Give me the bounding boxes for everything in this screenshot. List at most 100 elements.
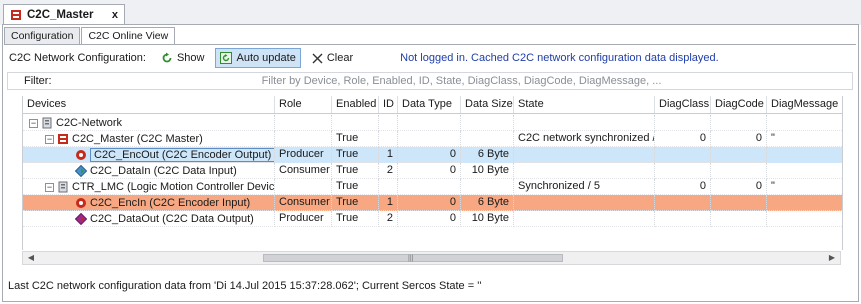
state-cell: [514, 163, 655, 179]
state-cell: Synchronized / 5: [514, 179, 655, 195]
diag-class-cell: [655, 211, 711, 227]
table-row[interactable]: C2C_EncOut (C2C Encoder Output) Producer…: [23, 147, 842, 163]
diag-class-cell: [655, 147, 711, 163]
collapse-toggle[interactable]: −: [29, 118, 38, 128]
device-name: C2C_Master (C2C Master): [72, 132, 203, 145]
device-name: C2C-Network: [56, 116, 123, 129]
role-cell: [275, 179, 332, 195]
diag-message-cell: [767, 211, 842, 227]
device-name: C2C_EncIn (C2C Encoder Input): [90, 196, 251, 209]
role-cell: [275, 131, 332, 147]
device-name: C2C_EncOut (C2C Encoder Output): [90, 148, 274, 162]
enabled-cell: True: [332, 147, 379, 163]
id-cell: [379, 115, 398, 131]
controller-device-icon: [58, 181, 68, 193]
role-cell: Consumer: [275, 163, 332, 179]
horizontal-scrollbar[interactable]: ◀ ||| ▶: [22, 251, 841, 265]
close-icon[interactable]: x: [112, 9, 118, 21]
column-header-id[interactable]: ID: [379, 96, 398, 113]
table-row[interactable]: C2C_EncIn (C2C Encoder Input) Consumer T…: [23, 195, 842, 211]
c2c-master-icon: [58, 134, 68, 144]
diag-message-cell: [767, 163, 842, 179]
state-cell: [514, 195, 655, 211]
state-cell: [514, 115, 655, 131]
enabled-cell: True: [332, 163, 379, 179]
clear-button[interactable]: Clear: [307, 48, 358, 68]
auto-update-button[interactable]: Auto update: [215, 48, 301, 68]
diag-message-cell: [767, 115, 842, 131]
column-header-state[interactable]: State: [514, 96, 655, 113]
collapse-toggle[interactable]: −: [45, 182, 54, 192]
table-row[interactable]: − C2C_Master (C2C Master) True C2C netwo…: [23, 131, 842, 147]
sub-tab-bar: Configuration C2C Online View: [4, 27, 176, 45]
id-cell: 2: [379, 163, 398, 179]
id-cell: 2: [379, 211, 398, 227]
document-tab-title: C2C_Master: [27, 9, 94, 21]
data-type-cell: [398, 115, 461, 131]
data-size-cell: 6 Byte: [461, 147, 514, 163]
column-header-enabled[interactable]: Enabled: [332, 96, 379, 113]
data-type-cell: 0: [398, 163, 461, 179]
device-name: CTR_LMC (Logic Motion Controller Device): [72, 180, 275, 193]
filter-label: Filter:: [24, 75, 52, 87]
data-type-cell: 0: [398, 147, 461, 163]
data-type-cell: [398, 131, 461, 147]
id-cell: 1: [379, 195, 398, 211]
toolbar-label: C2C Network Configuration:: [9, 52, 146, 64]
table-row[interactable]: − CTR_LMC (Logic Motion Controller Devic…: [23, 179, 842, 195]
clear-x-icon: [312, 53, 323, 63]
data-type-cell: 0: [398, 195, 461, 211]
column-header-diag-message[interactable]: DiagMessage: [767, 96, 842, 113]
table-row[interactable]: C2C_DataOut (C2C Data Output) Producer T…: [23, 211, 842, 227]
scroll-right-icon[interactable]: ▶: [825, 252, 839, 264]
enabled-cell: True: [332, 211, 379, 227]
auto-update-icon: [220, 52, 233, 64]
column-header-role[interactable]: Role: [275, 96, 332, 113]
diag-class-cell: 0: [655, 179, 711, 195]
state-cell: [514, 211, 655, 227]
tab-divider: [4, 44, 856, 45]
column-header-data-type[interactable]: Data Type: [398, 96, 461, 113]
state-cell: C2C network synchronized / 5: [514, 131, 655, 147]
c2c-master-icon: [11, 10, 21, 20]
column-header-data-size[interactable]: Data Size: [461, 96, 514, 113]
document-tab[interactable]: C2C_Master x: [3, 4, 125, 25]
tab-configuration[interactable]: Configuration: [4, 27, 81, 44]
table-row[interactable]: − C2C-Network: [23, 115, 842, 131]
column-header-diag-code[interactable]: DiagCode: [711, 96, 767, 113]
device-cell: C2C_EncOut (C2C Encoder Output): [23, 147, 275, 163]
device-cell: C2C_DataOut (C2C Data Output): [23, 211, 275, 227]
column-header-devices[interactable]: Devices: [23, 96, 275, 113]
device-name: C2C_DataIn (C2C Data Input): [90, 164, 237, 177]
diag-code-cell: [711, 195, 767, 211]
scroll-left-icon[interactable]: ◀: [24, 252, 38, 264]
table-row[interactable]: C2C_DataIn (C2C Data Input) Consumer Tru…: [23, 163, 842, 179]
auto-update-button-label: Auto update: [236, 52, 296, 64]
diag-class-cell: 0: [655, 131, 711, 147]
collapse-toggle[interactable]: −: [45, 134, 54, 144]
column-header-diag-class[interactable]: DiagClass: [655, 96, 711, 113]
data-size-cell: [461, 179, 514, 195]
device-cell: − C2C_Master (C2C Master): [23, 131, 275, 147]
role-cell: Producer: [275, 147, 332, 163]
diag-code-cell: [711, 211, 767, 227]
diag-message-cell: ": [767, 179, 842, 195]
status-footer: Last C2C network configuration data from…: [8, 280, 482, 292]
device-name: C2C_DataOut (C2C Data Output): [90, 212, 254, 225]
device-cell: C2C_DataIn (C2C Data Input): [23, 163, 275, 179]
device-cell: − CTR_LMC (Logic Motion Controller Devic…: [23, 179, 275, 195]
diag-code-cell: [711, 163, 767, 179]
show-button-label: Show: [176, 52, 205, 64]
clear-button-label: Clear: [326, 52, 354, 64]
scrollbar-thumb[interactable]: |||: [263, 254, 563, 262]
data-size-cell: [461, 131, 514, 147]
tab-c2c-online-view[interactable]: C2C Online View: [81, 27, 176, 45]
data-type-cell: 0: [398, 211, 461, 227]
table-header: Devices Role Enabled ID Data Type Data S…: [23, 96, 842, 114]
toolbar: C2C Network Configuration: Show Auto upd…: [9, 48, 719, 68]
data-size-cell: 10 Byte: [461, 163, 514, 179]
diag-message-cell: [767, 147, 842, 163]
show-button[interactable]: Show: [156, 48, 210, 68]
document-tab-strip: [0, 0, 861, 25]
filter-input[interactable]: [71, 74, 852, 88]
